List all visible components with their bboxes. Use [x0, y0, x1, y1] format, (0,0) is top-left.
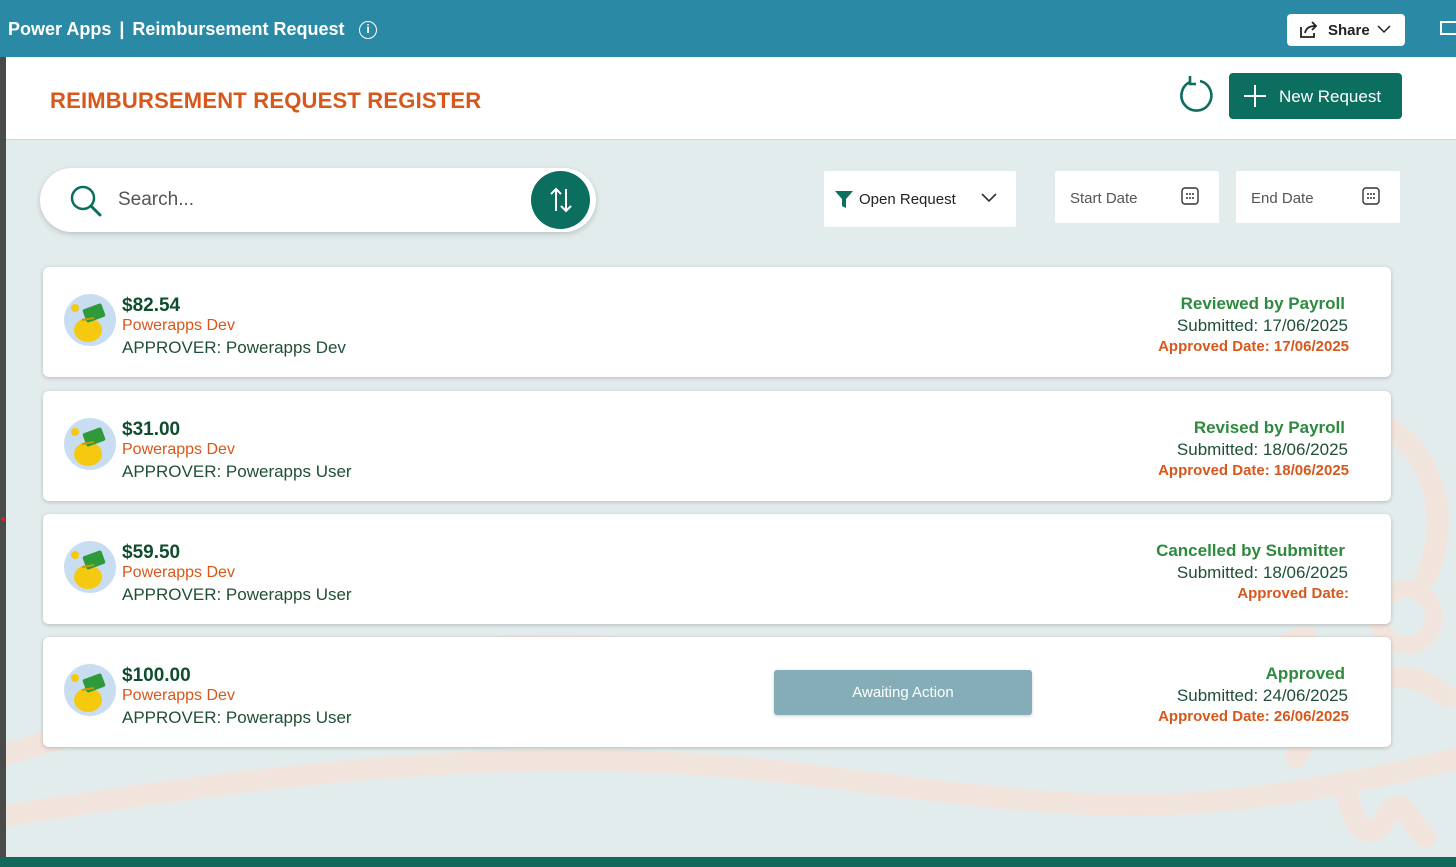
filter-selected-value: Open Request: [859, 191, 956, 208]
end-date-placeholder: End Date: [1251, 190, 1314, 207]
app-canvas: REIMBURSEMENT REQUEST REGISTER New Reque…: [6, 57, 1456, 857]
fit-screen-icon[interactable]: [1440, 21, 1456, 35]
new-request-label: New Request: [1279, 87, 1382, 106]
request-card[interactable]: $100.00 Powerapps Dev APPROVER: Powerapp…: [43, 637, 1391, 747]
end-date-picker[interactable]: End Date: [1236, 171, 1400, 223]
money-bag-icon: [64, 664, 116, 716]
share-button[interactable]: Share: [1287, 14, 1405, 46]
request-submitter: Powerapps Dev: [122, 564, 235, 581]
request-amount: $82.54: [122, 295, 181, 316]
start-date-placeholder: Start Date: [1070, 190, 1138, 207]
request-amount: $31.00: [122, 419, 181, 440]
submitted-date: Submitted: 24/06/2025: [1176, 686, 1348, 705]
request-amount: $100.00: [122, 665, 191, 686]
app-subtitle: Reimbursement Request: [132, 19, 345, 39]
chevron-down-icon: [1377, 25, 1391, 34]
request-approver: APPROVER: Powerapps User: [122, 462, 352, 481]
money-bag-icon: [64, 294, 116, 346]
status-filter-dropdown[interactable]: Open Request: [824, 171, 1016, 227]
top-bar: Power Apps | Reimbursement Request i Share: [0, 0, 1456, 57]
submitted-date: Submitted: 18/06/2025: [1176, 440, 1348, 459]
approved-date: Approved Date: 17/06/2025: [1158, 338, 1349, 355]
submitted-date: Submitted: 17/06/2025: [1176, 316, 1348, 335]
request-card[interactable]: $31.00 Powerapps Dev APPROVER: Powerapps…: [43, 391, 1391, 501]
request-status: Approved: [1265, 664, 1345, 683]
submitted-date: Submitted: 18/06/2025: [1176, 563, 1348, 582]
app-name: Power Apps: [8, 19, 112, 39]
chevron-down-icon: [981, 193, 997, 203]
page-header: REIMBURSEMENT REQUEST REGISTER New Reque…: [6, 57, 1456, 140]
request-submitter: Powerapps Dev: [122, 441, 235, 458]
request-approver: APPROVER: Powerapps User: [122, 708, 352, 727]
edge-marker: [1, 517, 5, 521]
search-input[interactable]: [118, 186, 518, 214]
calendar-icon: [1362, 187, 1380, 205]
start-date-picker[interactable]: Start Date: [1055, 171, 1219, 223]
app-title: Power Apps | Reimbursement Request: [8, 19, 344, 40]
approved-date: Approved Date:: [1237, 585, 1349, 602]
page-title: REIMBURSEMENT REQUEST REGISTER: [50, 88, 482, 113]
refresh-icon[interactable]: [1176, 75, 1216, 115]
info-icon[interactable]: i: [359, 21, 377, 39]
search-icon: [70, 185, 102, 217]
request-amount: $59.50: [122, 542, 181, 563]
approved-date: Approved Date: 18/06/2025: [1158, 462, 1349, 479]
calendar-icon: [1181, 187, 1199, 205]
share-label: Share: [1328, 22, 1370, 39]
sort-button[interactable]: [531, 171, 590, 229]
approved-date: Approved Date: 26/06/2025: [1158, 708, 1349, 725]
plus-icon: [1244, 85, 1266, 107]
money-bag-icon: [64, 541, 116, 593]
money-bag-icon: [64, 418, 116, 470]
sort-icon: [550, 187, 572, 213]
title-separator: |: [119, 19, 125, 39]
request-status: Cancelled by Submitter: [1156, 541, 1345, 560]
search-box: [40, 168, 596, 232]
request-submitter: Powerapps Dev: [122, 687, 235, 704]
bottom-bar: [0, 857, 1456, 867]
request-card[interactable]: $59.50 Powerapps Dev APPROVER: Powerapps…: [43, 514, 1391, 624]
request-approver: APPROVER: Powerapps Dev: [122, 338, 346, 357]
request-status: Reviewed by Payroll: [1180, 294, 1345, 313]
funnel-icon: [835, 191, 853, 208]
new-request-button[interactable]: New Request: [1229, 73, 1402, 119]
share-icon: [1300, 21, 1318, 38]
request-approver: APPROVER: Powerapps User: [122, 585, 352, 604]
awaiting-action-button[interactable]: Awaiting Action: [774, 670, 1032, 715]
request-card[interactable]: $82.54 Powerapps Dev APPROVER: Powerapps…: [43, 267, 1391, 377]
request-status: Revised by Payroll: [1193, 418, 1345, 437]
request-submitter: Powerapps Dev: [122, 317, 235, 334]
